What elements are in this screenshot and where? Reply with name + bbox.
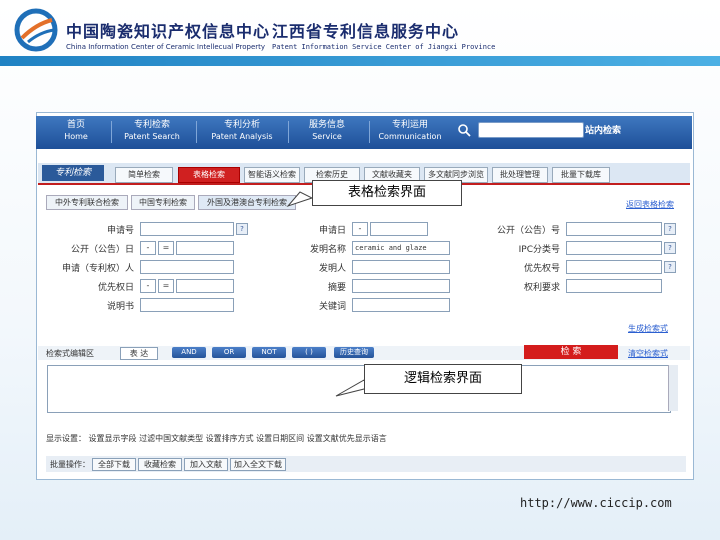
- publication-date-operator-eq[interactable]: =: [158, 241, 174, 255]
- nav-patent-analysis[interactable]: 专利分析 Patent Analysis: [202, 119, 282, 147]
- label-publication-no: 公开（公告）号: [496, 226, 560, 236]
- priority-date-input[interactable]: [176, 279, 234, 293]
- label-inventor: 发明人: [318, 264, 346, 274]
- nav-home-label: 首页: [66, 120, 85, 130]
- nav-home-label-en: Home: [64, 132, 88, 141]
- tab-batch-manage[interactable]: 批处理管理: [492, 167, 548, 183]
- generate-query-link[interactable]: 生成检索式: [628, 323, 668, 334]
- label-keywords: 关键词: [318, 302, 346, 312]
- nav-communication-label: 专利运用: [391, 120, 428, 130]
- label-title: 发明名称: [309, 245, 346, 255]
- nav-service-label-en: Service: [312, 132, 342, 141]
- nav-home[interactable]: 首页 Home: [46, 119, 106, 147]
- nav-divider: [369, 121, 370, 143]
- label-description: 说明书: [106, 302, 134, 312]
- label-publication-date: 公开（公告）日: [70, 245, 134, 255]
- claims-input[interactable]: [566, 279, 662, 293]
- callout-logic-search: 逻辑检索界面: [364, 364, 522, 394]
- site-search-button[interactable]: 站内检索: [585, 123, 621, 136]
- inventor-input[interactable]: [352, 260, 450, 274]
- logic-textarea-scrollbar[interactable]: [668, 365, 678, 411]
- ceramic-center-logo-icon: [14, 8, 58, 52]
- abstract-input[interactable]: [352, 279, 450, 293]
- application-no-input[interactable]: [140, 222, 234, 236]
- help-publication-no-button[interactable]: ?: [664, 223, 676, 235]
- tab-table-search[interactable]: 表格检索: [178, 167, 240, 183]
- nav-divider: [196, 121, 197, 143]
- application-date-operator-select[interactable]: -: [352, 222, 368, 236]
- label-priority-date: 优先权日: [97, 283, 134, 293]
- jiangxi-center-title-chinese: 江西省专利信息服务中心: [272, 22, 460, 41]
- applicant-input[interactable]: [140, 260, 234, 274]
- subtab-joint-search[interactable]: 中外专利联合检索: [46, 195, 128, 210]
- callout-table-search: 表格检索界面: [312, 180, 462, 206]
- and-button[interactable]: AND: [172, 347, 206, 358]
- nav-divider: [111, 121, 112, 143]
- download-all-button[interactable]: 全部下载: [92, 458, 136, 471]
- return-table-search-link[interactable]: 返回表格检索: [626, 199, 674, 210]
- footer-url: http://www.ciccip.com: [520, 496, 672, 510]
- jiangxi-center-title-english: Patent Information Service Center of Jia…: [272, 43, 496, 51]
- nav-communication[interactable]: 专利运用 Communication: [374, 119, 446, 147]
- label-applicant: 申请（专利权）人: [61, 264, 134, 274]
- add-document-button[interactable]: 加入文献: [184, 458, 228, 471]
- label-application-date: 申请日: [318, 226, 346, 236]
- display-settings: 显示设置： 设置显示字段 过滤中国文献类型 设置排序方式 设置日期区间 设置文献…: [46, 434, 387, 443]
- application-date-input[interactable]: [370, 222, 428, 236]
- priority-no-input[interactable]: [566, 260, 662, 274]
- priority-date-operator-select[interactable]: -: [140, 279, 156, 293]
- nav-divider: [288, 121, 289, 143]
- nav-patent-analysis-label-en: Patent Analysis: [211, 132, 273, 141]
- label-application-no: 申请号: [106, 226, 134, 236]
- nav-patent-search[interactable]: 专利检索 Patent Search: [116, 119, 188, 147]
- nav-patent-search-label-en: Patent Search: [124, 132, 180, 141]
- tab-batch-download[interactable]: 批量下载库: [552, 167, 610, 183]
- description-input[interactable]: [140, 298, 234, 312]
- nav-patent-search-label: 专利检索: [133, 120, 170, 130]
- logic-editor-label: 检索式编辑区: [46, 349, 94, 358]
- keywords-input[interactable]: [352, 298, 450, 312]
- patent-search-badge: 专利检索: [42, 165, 104, 181]
- publication-date-operator-select[interactable]: -: [140, 241, 156, 255]
- ipc-input[interactable]: [566, 241, 662, 255]
- history-query-button[interactable]: 历史查询: [334, 347, 374, 358]
- label-abstract: 摘要: [327, 283, 346, 293]
- save-search-button[interactable]: 收藏检索: [138, 458, 182, 471]
- nav-service-label: 服务信息: [308, 120, 345, 130]
- header-band: [0, 56, 720, 66]
- subtab-china-search[interactable]: 中国专利检索: [131, 195, 195, 210]
- nav-service[interactable]: 服务信息 Service: [294, 119, 360, 147]
- label-claims: 权利要求: [523, 283, 560, 293]
- title-input[interactable]: ceramic and glaze: [352, 241, 450, 255]
- nav-patent-analysis-label: 专利分析: [223, 120, 260, 130]
- site-search-input[interactable]: [478, 122, 584, 138]
- add-fulltext-download-button[interactable]: 加入全文下载: [230, 458, 286, 471]
- or-button[interactable]: OR: [212, 347, 246, 358]
- publication-date-input[interactable]: [176, 241, 234, 255]
- not-button[interactable]: NOT: [252, 347, 286, 358]
- help-ipc-button[interactable]: ?: [664, 242, 676, 254]
- help-priority-no-button[interactable]: ?: [664, 261, 676, 273]
- priority-date-operator-eq[interactable]: =: [158, 279, 174, 293]
- search-button[interactable]: 检 索: [524, 345, 618, 359]
- publication-no-input[interactable]: [566, 222, 662, 236]
- batch-ops-label: 批量操作：: [50, 460, 90, 469]
- nav-communication-label-en: Communication: [378, 132, 442, 141]
- label-priority-no: 优先权号: [523, 264, 560, 274]
- tab-simple-search[interactable]: 简单检索: [115, 167, 173, 183]
- logic-mode-select[interactable]: 表 达: [120, 347, 158, 360]
- help-application-no-button[interactable]: ?: [236, 223, 248, 235]
- center-title-english: China Information Center of Ceramic Inte…: [66, 43, 266, 51]
- clear-query-link[interactable]: 清空检索式: [628, 348, 668, 359]
- parentheses-button[interactable]: ( ): [292, 347, 326, 358]
- label-ipc: IPC分类号: [518, 245, 560, 255]
- center-title-chinese: 中国陶瓷知识产权信息中心: [66, 22, 271, 41]
- search-icon[interactable]: [457, 123, 471, 137]
